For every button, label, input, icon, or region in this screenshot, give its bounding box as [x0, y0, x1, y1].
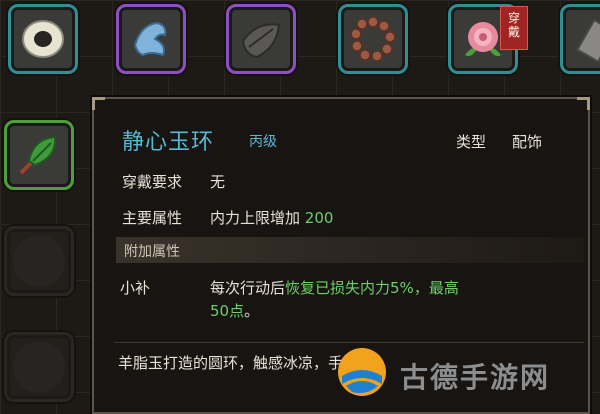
- tooltip-corner: [92, 97, 105, 110]
- empty-slot[interactable]: [4, 226, 74, 296]
- requirement-label: 穿戴要求: [122, 173, 183, 191]
- blue-ornament-icon: [133, 21, 167, 57]
- main-attribute-text: 内力上限增加: [210, 209, 301, 227]
- slot-blue-ornament[interactable]: [116, 4, 186, 74]
- empty-slot[interactable]: [4, 332, 74, 402]
- bonus-cap: 50点: [210, 302, 245, 320]
- prayer-beads-icon: [350, 16, 396, 62]
- bonus-effect: 恢复已损失内力5%，最高: [285, 279, 459, 297]
- bonus-section-header: 附加属性: [116, 237, 584, 263]
- item-name: 静心玉环: [122, 130, 215, 155]
- tooltip-divider: [114, 342, 584, 343]
- slot-gray-item[interactable]: [560, 4, 600, 74]
- herb-icon: [19, 135, 57, 175]
- type-label: 类型: [456, 133, 487, 151]
- item-grade: 丙级: [249, 134, 277, 150]
- pouch-icon: [241, 23, 281, 59]
- tooltip-corner: [577, 97, 590, 110]
- slot-prayer-beads[interactable]: [338, 4, 408, 74]
- bonus-description: 每次行动后恢复已损失内力5%，最高 50点。: [210, 277, 510, 323]
- main-attribute-value: 内力上限增加 200: [210, 207, 333, 228]
- bonus-prefix: 每次行动后: [210, 279, 286, 297]
- bonus-section-title: 附加属性: [124, 244, 180, 260]
- jade-ring-icon: [22, 20, 64, 58]
- gray-item-icon: [575, 18, 600, 63]
- slot-dark-pouch[interactable]: [226, 4, 296, 74]
- slot-jade-ring[interactable]: [8, 4, 78, 74]
- bonus-name: 小补: [120, 279, 151, 297]
- watermark-text: 古德手游网: [400, 361, 551, 394]
- requirement-value: 无: [210, 173, 226, 191]
- equipped-badge: 穿戴: [500, 6, 528, 50]
- main-attribute-number: 200: [304, 209, 334, 227]
- main-attribute-label: 主要属性: [122, 209, 183, 227]
- type-value: 配饰: [512, 133, 543, 151]
- bonus-end: 。: [244, 302, 260, 320]
- watermark-logo-icon: [338, 348, 386, 396]
- slot-green-herb[interactable]: [4, 120, 74, 190]
- item-description: 羊脂玉打造的圆环，触感冰凉，手把斗: [118, 354, 374, 372]
